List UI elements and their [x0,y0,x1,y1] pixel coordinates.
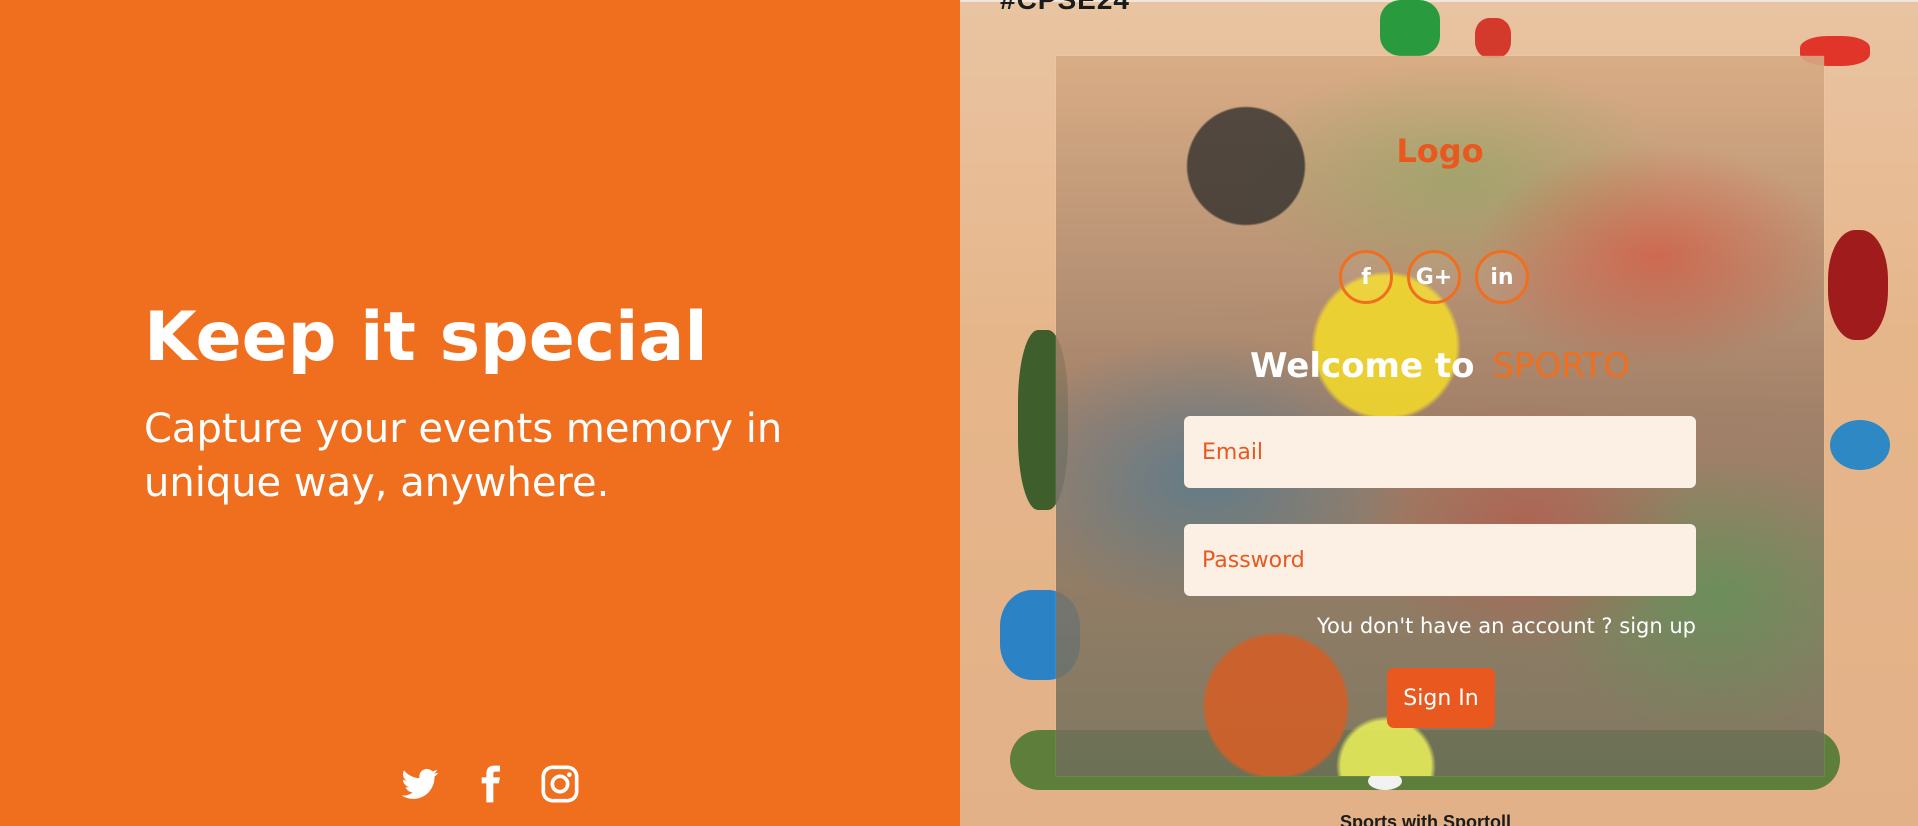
linkedin-icon: in [1490,264,1514,290]
signup-link[interactable]: sign up [1619,614,1696,638]
welcome-heading: Welcome to SPORTO [1056,346,1824,386]
twitter-icon[interactable] [400,764,440,804]
login-card: Logo f G+ in Welcome to SPORTO You don't … [1056,56,1824,776]
collage-board-right [1828,230,1888,340]
collage-player-top-green [1380,0,1440,56]
sign-in-button[interactable]: Sign In [1387,668,1495,728]
collage-player-top-red [1475,18,1511,58]
hero-panel: Keep it special Capture your events memo… [0,0,960,826]
collage-caption: Sports with Sportoll [1340,812,1511,826]
social-login-buttons: f G+ in [1339,250,1529,304]
welcome-text: Welcome to [1250,346,1475,386]
collage-cap-right [1830,420,1890,470]
google-plus-icon: G+ [1415,264,1453,290]
login-page: Keep it special Capture your events memo… [0,0,1918,826]
brand-name: SPORTO [1492,346,1630,386]
facebook-icon[interactable] [470,764,510,804]
facebook-icon: f [1361,264,1371,290]
linkedin-login-button[interactable]: in [1475,250,1529,304]
facebook-login-button[interactable]: f [1339,250,1393,304]
collage-hashtag: #CPSE24 [1000,0,1130,16]
hero-subtitle: Capture your events memory in unique way… [144,406,783,506]
logo: Logo [1396,132,1484,170]
signup-prompt-text: You don't have an account ? [1316,614,1613,638]
signup-prompt: You don't have an account ? sign up [1317,614,1696,638]
hero-title: Keep it special [144,298,708,377]
instagram-icon[interactable] [540,764,580,804]
google-login-button[interactable]: G+ [1407,250,1461,304]
social-footer [400,764,580,804]
password-field[interactable] [1184,524,1696,596]
email-field[interactable] [1184,416,1696,488]
